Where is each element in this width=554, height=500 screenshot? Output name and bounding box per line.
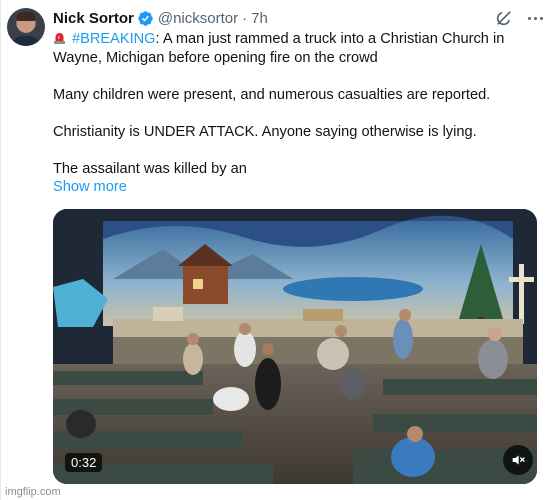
tweet-paragraph-3: Christianity is UNDER ATTACK. Anyone say… [53,123,477,140]
more-horizontal-icon[interactable] [523,6,547,30]
tweet-paragraph-2: Many children were present, and numerous… [53,86,491,103]
tweet-line-breaking: #BREAKING: A man just rammed a truck int… [53,30,523,67]
video-player[interactable]: 0:32 [53,209,537,484]
author-handle[interactable]: @nicksortor [158,10,238,27]
video-frame [53,209,537,484]
watermark: imgflip.com [5,486,61,498]
grok-icon[interactable] [494,8,514,28]
video-duration: 0:32 [65,453,103,472]
show-more-link[interactable]: Show more [53,179,127,195]
separator-dot: · [242,9,248,27]
hashtag-breaking[interactable]: #BREAKING [72,31,156,47]
tweet-text: #BREAKING: A man just rammed a truck int… [53,30,523,178]
verified-badge-icon [137,10,154,27]
speaker-muted-icon[interactable] [503,445,533,475]
tweet-timestamp[interactable]: 7h [251,10,268,27]
avatar[interactable] [7,8,45,46]
tweet-card[interactable]: Nick Sortor @nicksortor · 7h #BREAKING: … [0,0,553,500]
tweet-paragraph-4: The assailant was killed by an [53,160,247,177]
rotating-light-icon [53,31,66,44]
author-name[interactable]: Nick Sortor [53,10,134,27]
tweet-header: Nick Sortor @nicksortor · 7h [53,8,268,28]
